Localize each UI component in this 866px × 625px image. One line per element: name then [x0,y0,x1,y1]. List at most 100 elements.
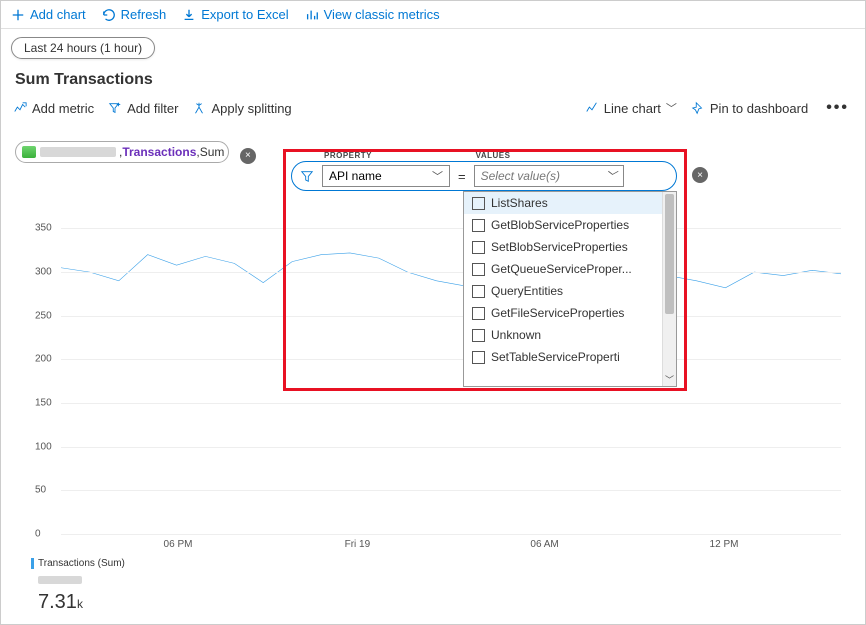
checkbox-icon [472,329,485,342]
y-tick-label: 250 [35,310,52,321]
option-getqueueprops[interactable]: GetQueueServiceProper... [464,258,676,280]
add-metric-button[interactable]: Add metric [13,101,94,116]
x-tick-label: Fri 19 [345,539,371,550]
refresh-label: Refresh [121,7,167,22]
scrollbar[interactable]: ﹀ [662,192,676,386]
summary-label-row: Transactions (Sum) [31,558,125,569]
option-label: GetBlobServiceProperties [491,218,629,232]
splitting-label: Apply splitting [211,101,291,116]
values-dropdown: ListShares GetBlobServiceProperties SetB… [463,191,677,387]
checkbox-icon [472,263,485,276]
refresh-button[interactable]: Refresh [102,7,167,22]
y-tick-label: 200 [35,354,52,365]
option-settableprops[interactable]: SetTableServiceProperti [464,346,676,368]
y-tick-label: 50 [35,485,46,496]
option-label: SetBlobServiceProperties [491,240,628,254]
export-button[interactable]: Export to Excel [182,7,288,22]
pin-icon [691,101,705,115]
split-icon [192,101,206,115]
classic-metrics-button[interactable]: View classic metrics [305,7,440,22]
option-label: GetQueueServiceProper... [491,262,632,276]
time-range-label: Last 24 hours (1 hour) [24,41,142,55]
option-getblobprops[interactable]: GetBlobServiceProperties [464,214,676,236]
time-range-row: Last 24 hours (1 hour) [1,29,865,65]
property-value: API name [329,169,382,183]
title-row: Sum Transactions [1,65,865,93]
add-chart-button[interactable]: Add chart [11,7,86,22]
chevron-down-icon: ﹀ [432,168,443,184]
x-tick-label: 06 AM [530,539,558,550]
checkbox-icon [472,219,485,232]
option-queryentities[interactable]: QueryEntities [464,280,676,302]
top-toolbar: Add chart Refresh Export to Excel View c… [1,1,865,29]
checkbox-icon [472,307,485,320]
option-label: QueryEntities [491,284,563,298]
scroll-down-icon[interactable]: ﹀ [663,372,676,386]
chart-plot[interactable] [61,211,841,534]
y-tick-label: 300 [35,267,52,278]
page-title: Sum Transactions [15,71,851,89]
operator-label: = [458,169,466,184]
plus-icon [11,8,25,22]
pin-label: Pin to dashboard [710,101,808,116]
add-filter-button[interactable]: Add filter [108,101,178,116]
checkbox-icon [472,285,485,298]
metric-pill[interactable]: , Transactions , Sum [15,141,229,163]
remove-filter-button[interactable]: × [692,167,708,183]
classic-label: View classic metrics [324,7,440,22]
option-label: Unknown [491,328,541,342]
chevron-down-icon: ﹀ [666,100,677,116]
summary-redacted [38,576,82,584]
y-tick-label: 0 [35,529,41,540]
add-metric-label: Add metric [32,101,94,116]
gridline [61,403,841,404]
x-tick-label: 12 PM [710,539,739,550]
values-placeholder: Select value(s) [481,169,560,183]
gridline [61,359,841,360]
metric-name: Transactions [122,145,196,159]
apply-splitting-button[interactable]: Apply splitting [192,101,291,116]
option-label: ListShares [491,196,548,210]
time-range-pill[interactable]: Last 24 hours (1 hour) [11,37,155,59]
checkbox-icon [472,241,485,254]
summary-unit: k [77,597,83,611]
add-chart-label: Add chart [30,7,86,22]
export-label: Export to Excel [201,7,288,22]
property-select[interactable]: API name ﹀ [322,165,450,187]
summary-value: 7.31k [31,591,125,614]
x-tick-label: 06 PM [164,539,193,550]
funnel-icon [300,169,314,183]
option-setblobprops[interactable]: SetBlobServiceProperties [464,236,676,258]
summary-card: Transactions (Sum) 7.31k [31,558,125,614]
line-chart [61,211,841,534]
more-button[interactable]: ••• [822,99,853,117]
values-field: VALUES Select value(s) ﹀ [474,165,624,187]
option-getfileprops[interactable]: GetFileServiceProperties [464,302,676,324]
option-listshares[interactable]: ListShares [464,192,676,214]
resource-icon [22,146,36,158]
aggregation-name: Sum [200,145,225,159]
values-header: VALUES [476,151,511,160]
download-icon [182,8,196,22]
y-tick-label: 100 [35,441,52,452]
values-select[interactable]: Select value(s) ﹀ [474,165,624,187]
option-unknown[interactable]: Unknown [464,324,676,346]
y-tick-label: 350 [35,223,52,234]
chevron-down-icon: ﹀ [606,168,617,184]
chart-type-dropdown[interactable]: Line chart ﹀ [585,100,677,116]
summary-label: Transactions (Sum) [38,558,125,569]
property-field: PROPERTY API name ﹀ [322,165,450,187]
y-tick-label: 150 [35,398,52,409]
remove-metric-button[interactable]: × [240,148,256,164]
pin-button[interactable]: Pin to dashboard [691,101,808,116]
option-label: GetFileServiceProperties [491,306,624,320]
metric-row: , Transactions , Sum × [1,123,865,164]
gridline [61,228,841,229]
chart-toolbar: Add metric Add filter Apply splitting Li… [1,93,865,123]
checkbox-icon [472,197,485,210]
checkbox-icon [472,351,485,364]
refresh-icon [102,8,116,22]
scrollbar-thumb[interactable] [665,194,674,314]
gridline [61,490,841,491]
bar-chart-icon [305,8,319,22]
